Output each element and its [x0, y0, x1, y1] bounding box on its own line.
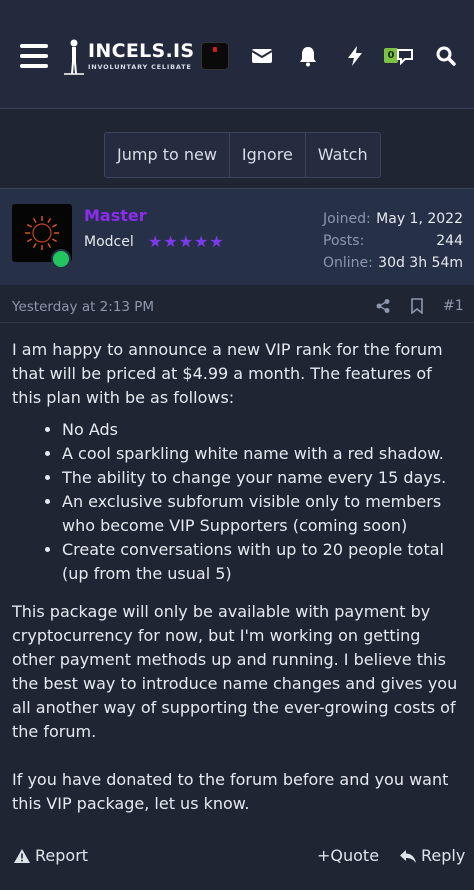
post-meta-row: Yesterday at 2:13 PM #1 — [0, 292, 474, 323]
author-rating-stars: ★★★★★ — [148, 232, 225, 251]
online-value: 30d 3h 54m — [378, 255, 463, 271]
watch-button[interactable]: Watch — [306, 133, 380, 177]
user-avatar-small[interactable] — [201, 42, 229, 70]
top-navigation-bar: INCELS.IS INVOLUNTARY CELIBATE 0 — [0, 0, 474, 109]
feature-list: No Ads A cool sparkling white name with … — [12, 418, 462, 586]
jump-to-new-button[interactable]: Jump to new — [105, 133, 230, 177]
thread-action-buttons: Jump to new Ignore Watch — [104, 132, 381, 178]
joined-value: May 1, 2022 — [376, 211, 463, 227]
post-author-box: Master Modcel ★★★★★ Joined: May 1, 2022 … — [0, 188, 474, 285]
logo-title: INCELS.IS — [88, 40, 195, 62]
search-icon[interactable] — [434, 44, 458, 68]
quote-label: +Quote — [317, 846, 380, 865]
post-actions-bar: Report +Quote Reply — [0, 846, 474, 872]
post-paragraph-2: This package will only be available with… — [12, 602, 458, 741]
author-username[interactable]: Master — [84, 206, 147, 225]
report-button[interactable]: Report — [13, 846, 88, 865]
post-paragraph-3: If you have donated to the forum before … — [12, 770, 449, 813]
online-status-dot — [51, 249, 71, 269]
menu-icon[interactable] — [20, 44, 48, 68]
feature-item: Create conversations with up to 20 peopl… — [62, 538, 462, 586]
site-logo[interactable]: INCELS.IS INVOLUNTARY CELIBATE — [62, 38, 202, 78]
lightning-icon[interactable] — [343, 44, 367, 68]
post-number-link[interactable]: #1 — [443, 298, 464, 314]
conversations-icon[interactable] — [392, 44, 416, 68]
feature-item: A cool sparkling white name with a red s… — [62, 442, 462, 466]
logo-figure-icon — [64, 39, 84, 75]
logo-subtitle: INVOLUNTARY CELIBATE — [88, 63, 192, 71]
author-title: Modcel — [84, 234, 134, 250]
bell-icon[interactable] — [296, 44, 320, 68]
reply-icon — [400, 849, 416, 863]
bookmark-icon[interactable] — [410, 298, 424, 314]
quote-button[interactable]: +Quote — [317, 846, 379, 865]
post-date[interactable]: Yesterday at 2:13 PM — [12, 299, 154, 315]
warning-icon — [14, 848, 30, 863]
reply-label: Reply — [421, 846, 466, 865]
envelope-icon[interactable] — [250, 44, 274, 68]
post-content: I am happy to announce a new VIP rank fo… — [12, 338, 462, 816]
feature-item: No Ads — [62, 418, 462, 442]
ignore-button[interactable]: Ignore — [230, 133, 306, 177]
share-icon[interactable] — [375, 298, 391, 314]
feature-item: The ability to change your name every 15… — [62, 466, 462, 490]
reply-button[interactable]: Reply — [399, 846, 465, 865]
feature-item: An exclusive subforum visible only to me… — [62, 490, 462, 538]
posts-value: 244 — [436, 233, 463, 249]
report-label: Report — [35, 846, 89, 865]
post-intro-paragraph: I am happy to announce a new VIP rank fo… — [12, 340, 443, 407]
